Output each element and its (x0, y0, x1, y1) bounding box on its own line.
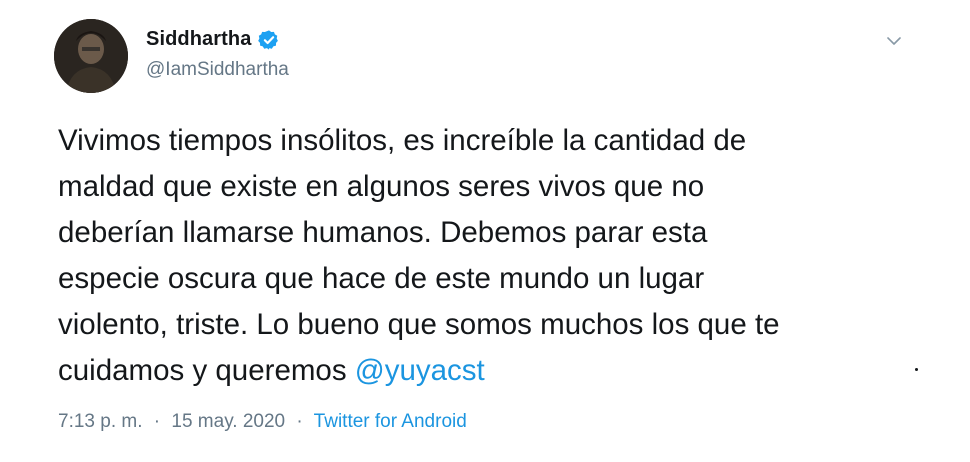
tweet-text-line: Vivimos tiempos insólitos, es increíble … (58, 124, 747, 157)
tweet-text-last-line: cuidamos y queremos @yuyacst (58, 348, 928, 394)
tweet-text-line: deberían llamarse humanos. Debemos parar… (58, 216, 708, 249)
tweet-card: Siddhartha @IamSiddhartha Vivimos tiempo… (0, 0, 970, 462)
meta-separator: · (153, 411, 161, 432)
meta-separator: · (296, 411, 303, 432)
chevron-down-icon[interactable] (886, 34, 902, 46)
tweet-text-line: especie oscura que hace de este mundo un… (58, 262, 705, 295)
tweet-date[interactable]: 15 may. 2020 (171, 411, 285, 432)
tweet-metadata: 7:13 p. m. · 15 may. 2020 · Twitter for … (58, 411, 467, 433)
tweet-text-line: maldad que existe en algunos seres vivos… (58, 170, 705, 203)
author-name-row: Siddhartha (146, 28, 280, 51)
tweet-text: Vivimos tiempos insólitos, es increíble … (58, 118, 928, 394)
verified-badge-icon (258, 29, 280, 51)
tweet-source-link[interactable]: Twitter for Android (314, 411, 467, 432)
stray-dot (915, 368, 918, 371)
author-avatar[interactable] (54, 19, 128, 93)
tweet-text-line: violento, triste. Lo bueno que somos muc… (58, 308, 780, 341)
tweet-time[interactable]: 7:13 p. m. (58, 411, 143, 432)
mention-link[interactable]: @yuyacst (355, 354, 485, 387)
author-handle[interactable]: @IamSiddhartha (146, 59, 289, 81)
author-display-name[interactable]: Siddhartha (146, 28, 251, 51)
tweet-text-segment: cuidamos y queremos (58, 354, 355, 387)
